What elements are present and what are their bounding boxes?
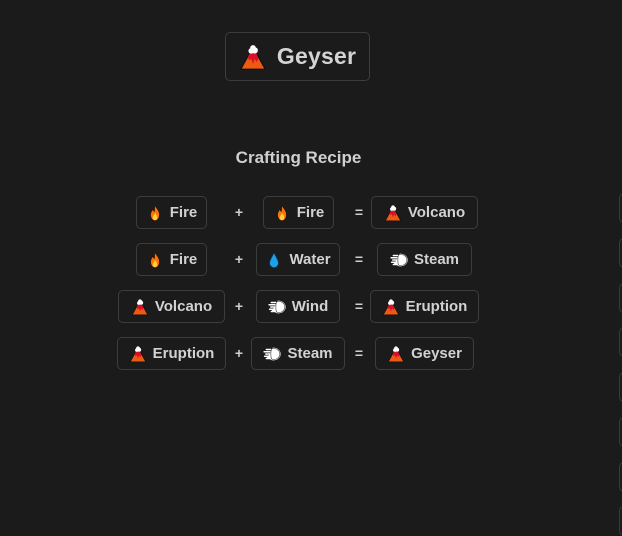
recipe-ingredient-b-chip[interactable]: Wind (256, 290, 340, 323)
recipe-ingredient-a-label: Eruption (152, 345, 215, 362)
fire-icon (146, 204, 164, 222)
recipe-ingredient-b-chip[interactable]: Steam (251, 337, 345, 370)
recipe-ingredient-b-chip[interactable]: Fire (263, 196, 334, 229)
plus-sign: + (234, 298, 244, 314)
wind-icon (263, 345, 281, 363)
volcano-icon (384, 204, 402, 222)
recipe-ingredient-b-chip[interactable]: Water (256, 243, 340, 276)
recipe-output-chip[interactable]: Steam (377, 243, 472, 276)
volcano-icon (382, 298, 400, 316)
recipe-output-label: Geyser (411, 345, 462, 362)
equals-sign: = (354, 345, 364, 361)
recipe-ingredient-a-chip[interactable]: Fire (136, 243, 207, 276)
volcano-icon (129, 345, 147, 363)
volcano-icon (131, 298, 149, 316)
equals-sign: = (354, 204, 364, 220)
recipe-ingredient-b-label: Fire (296, 204, 325, 221)
volcano-icon (239, 43, 267, 71)
wind-icon (390, 251, 408, 269)
recipe-output-chip[interactable]: Volcano (371, 196, 478, 229)
plus-sign: + (234, 204, 244, 220)
water-drop-icon (265, 251, 283, 269)
recipe-ingredient-b-label: Water (289, 251, 331, 268)
equals-sign: = (354, 298, 364, 314)
plus-sign: + (234, 345, 244, 361)
recipe-ingredient-b-label: Steam (287, 345, 333, 362)
recipe-ingredient-a-label: Fire (169, 251, 198, 268)
recipe-ingredient-a-label: Fire (169, 204, 198, 221)
recipe-output-label: Steam (413, 251, 460, 268)
result-item-label: Geyser (276, 43, 357, 69)
recipe-output-label: Eruption (405, 298, 468, 315)
plus-sign: + (234, 251, 244, 267)
recipe-ingredient-a-chip[interactable]: Fire (136, 196, 207, 229)
wind-icon (268, 298, 286, 316)
fire-icon (273, 204, 291, 222)
equals-sign: = (354, 251, 364, 267)
recipe-output-label: Volcano (407, 204, 466, 221)
recipe-output-chip[interactable]: Geyser (375, 337, 474, 370)
crafting-recipe-heading: Crafting Recipe (235, 148, 362, 167)
recipe-ingredient-a-chip[interactable]: Eruption (117, 337, 226, 370)
result-item-chip[interactable]: Geyser (225, 32, 370, 81)
fire-icon (146, 251, 164, 269)
recipe-output-chip[interactable]: Eruption (370, 290, 479, 323)
recipe-ingredient-b-label: Wind (291, 298, 329, 315)
volcano-icon (387, 345, 405, 363)
recipe-ingredient-a-chip[interactable]: Volcano (118, 290, 225, 323)
recipe-ingredient-a-label: Volcano (154, 298, 213, 315)
